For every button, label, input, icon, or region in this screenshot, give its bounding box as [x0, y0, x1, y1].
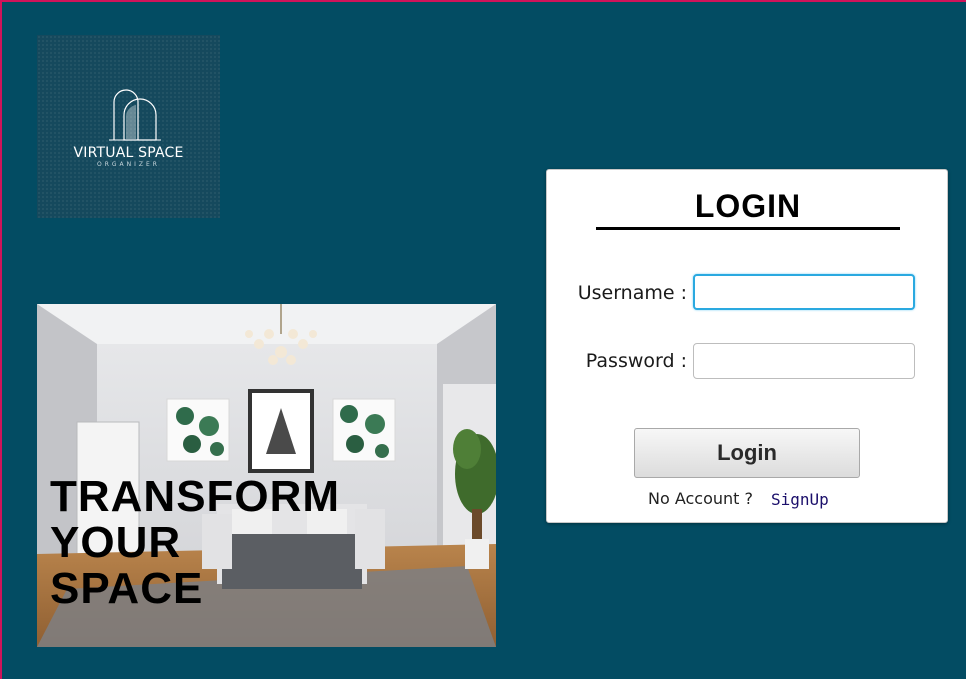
logo-arches-icon: [109, 89, 161, 141]
username-label: Username :: [577, 282, 687, 304]
login-card: LOGIN Username : Password : Login No Acc…: [546, 169, 948, 523]
logo-title: VIRTUAL SPACE: [73, 145, 184, 161]
password-field[interactable]: [693, 343, 915, 379]
hero-headline-line: SPACE: [50, 564, 204, 613]
hero-headline-line: YOUR: [50, 518, 182, 567]
app-logo: VIRTUAL SPACE ORGANIZER: [37, 35, 220, 218]
signup-link[interactable]: SignUp: [771, 490, 829, 509]
login-button[interactable]: Login: [634, 428, 860, 478]
hero-room-image: TRANSFORM YOUR SPACE: [37, 304, 496, 647]
no-account-text: No Account ?: [648, 489, 754, 508]
logo-subtitle: ORGANIZER: [97, 161, 160, 168]
hero-headline: TRANSFORM YOUR SPACE: [50, 474, 340, 612]
username-field[interactable]: [693, 274, 915, 310]
hero-headline-line: TRANSFORM: [50, 472, 341, 521]
password-label: Password :: [585, 350, 687, 372]
login-title: LOGIN: [694, 188, 802, 224]
title-underline: [596, 227, 900, 230]
